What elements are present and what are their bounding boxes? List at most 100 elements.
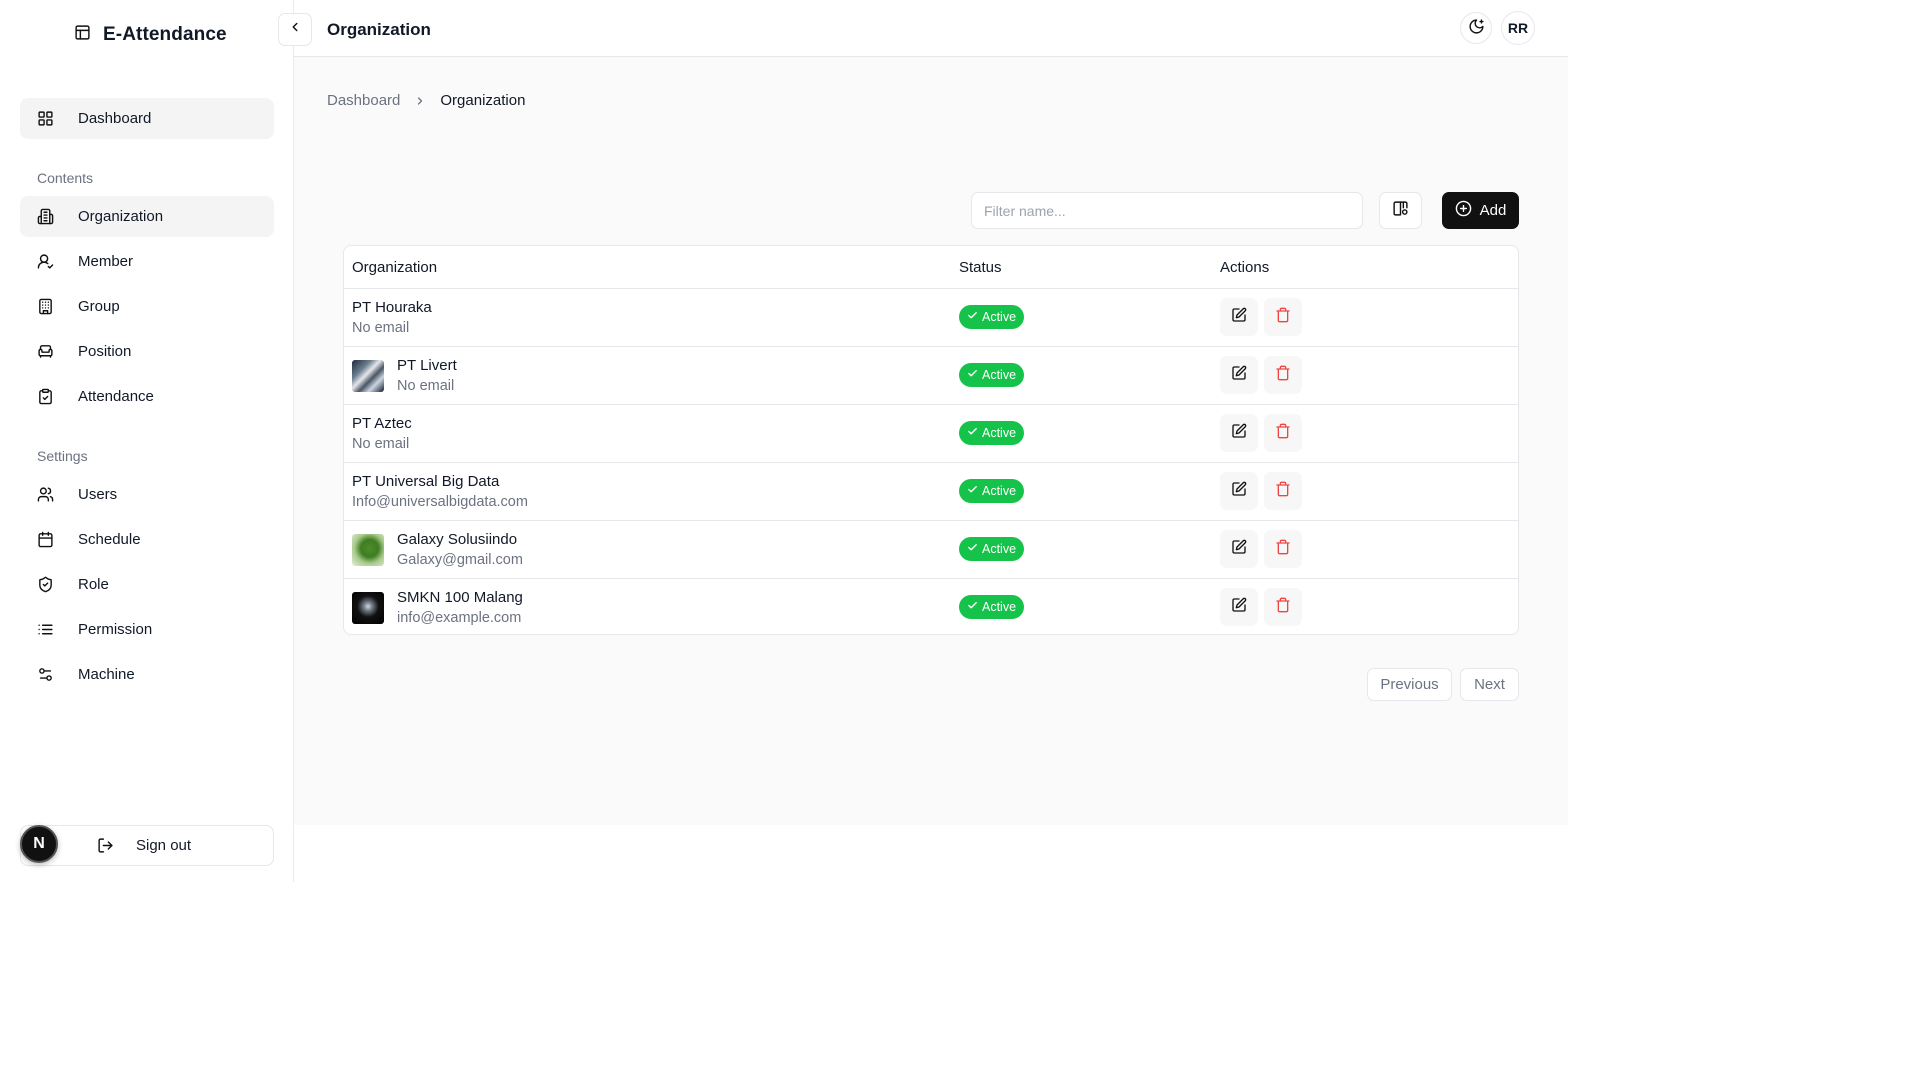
edit-icon xyxy=(1231,597,1247,618)
status-label: Active xyxy=(982,600,1017,614)
organization-email: Info@universalbigdata.com xyxy=(352,493,528,510)
organization-table: Organization Status Actions PT Houraka N… xyxy=(343,245,1519,635)
column-header-status: Status xyxy=(959,259,1002,276)
logout-icon xyxy=(97,837,114,854)
sidebar-item-label: Dashboard xyxy=(78,110,152,127)
table-row: SMKN 100 Malang info@example.com Active xyxy=(344,579,1518,634)
check-icon xyxy=(967,542,978,556)
check-icon xyxy=(967,368,978,382)
edit-icon xyxy=(1231,539,1247,560)
add-button-label: Add xyxy=(1479,202,1507,219)
list-icon xyxy=(36,621,54,639)
sidebar-item-group[interactable]: Group xyxy=(20,286,274,327)
armchair-icon xyxy=(36,343,54,361)
chevron-left-icon xyxy=(288,20,302,39)
status-badge: Active xyxy=(959,363,1025,387)
sidebar-item-dashboard[interactable]: Dashboard xyxy=(20,98,274,139)
column-header-actions: Actions xyxy=(1220,259,1270,276)
status-label: Active xyxy=(982,310,1017,324)
organization-logo xyxy=(352,359,384,392)
edit-icon xyxy=(1231,307,1247,328)
organization-name: PT Livert xyxy=(397,356,457,374)
sidebar-item-machine[interactable]: Machine xyxy=(20,654,274,695)
breadcrumb-current: Organization xyxy=(440,92,526,109)
sidebar-item-label: Schedule xyxy=(78,531,141,548)
sidebar-item-member[interactable]: Member xyxy=(20,241,274,282)
building-icon xyxy=(36,208,54,226)
table-row: PT Houraka No email Active xyxy=(344,289,1518,347)
edit-icon xyxy=(1231,365,1247,386)
trash-icon xyxy=(1275,481,1291,502)
organization-cell: PT Universal Big Data Info@universalbigd… xyxy=(352,463,528,520)
page-title: Organization xyxy=(327,20,431,39)
previous-page-button[interactable]: Previous xyxy=(1367,668,1452,701)
collapse-sidebar-button[interactable] xyxy=(278,13,312,46)
user-avatar[interactable]: RR xyxy=(1501,11,1535,45)
sidebar-item-role[interactable]: Role xyxy=(20,564,274,605)
breadcrumb: Dashboard Organization xyxy=(327,92,525,109)
trash-icon xyxy=(1275,365,1291,386)
edit-button[interactable] xyxy=(1220,588,1258,626)
columns-settings-icon xyxy=(1392,200,1409,222)
theme-toggle-button[interactable] xyxy=(1460,12,1492,44)
sidebar-item-schedule[interactable]: Schedule xyxy=(20,519,274,560)
column-view-button[interactable] xyxy=(1379,192,1422,229)
table-header: Organization Status Actions xyxy=(344,246,1518,289)
status-badge: Active xyxy=(959,595,1025,619)
organization-cell: PT Livert No email xyxy=(352,347,457,404)
edit-button[interactable] xyxy=(1220,298,1258,336)
edit-button[interactable] xyxy=(1220,414,1258,452)
shield-check-icon xyxy=(36,576,54,594)
organization-email: Galaxy@gmail.com xyxy=(397,551,523,568)
layout-icon xyxy=(74,24,91,46)
n-badge[interactable]: N xyxy=(20,825,58,863)
trash-icon xyxy=(1275,423,1291,444)
brand: E-Attendance xyxy=(74,24,227,46)
chevron-right-icon xyxy=(414,95,426,107)
organization-cell: PT Houraka No email xyxy=(352,289,432,346)
main-content: Dashboard Organization Add Organization … xyxy=(294,57,1568,825)
delete-button[interactable] xyxy=(1264,472,1302,510)
delete-button[interactable] xyxy=(1264,588,1302,626)
sidebar-item-position[interactable]: Position xyxy=(20,331,274,372)
sidebar-item-permission[interactable]: Permission xyxy=(20,609,274,650)
organization-name: Galaxy Solusiindo xyxy=(397,530,518,548)
organization-cell: Galaxy Solusiindo Galaxy@gmail.com xyxy=(352,521,523,578)
add-button[interactable]: Add xyxy=(1442,192,1519,229)
delete-button[interactable] xyxy=(1264,298,1302,336)
edit-button[interactable] xyxy=(1220,472,1258,510)
section-label-contents: Contents xyxy=(37,170,94,186)
breadcrumb-link-dashboard[interactable]: Dashboard xyxy=(327,92,400,109)
filter-name-input[interactable] xyxy=(971,192,1363,229)
table-row: PT Livert No email Active xyxy=(344,347,1518,405)
organization-cell: SMKN 100 Malang info@example.com xyxy=(352,579,523,634)
sidebar-item-label: Group xyxy=(78,298,120,315)
sidebar-item-label: Role xyxy=(78,576,109,593)
signout-button[interactable]: Sign out xyxy=(20,825,274,866)
delete-button[interactable] xyxy=(1264,356,1302,394)
status-badge: Active xyxy=(959,537,1025,561)
sidebar-item-label: Attendance xyxy=(78,388,154,405)
edit-icon xyxy=(1231,481,1247,502)
organization-logo xyxy=(352,591,384,624)
organization-email: info@example.com xyxy=(397,609,522,626)
table-row: Galaxy Solusiindo Galaxy@gmail.com Activ… xyxy=(344,521,1518,579)
delete-button[interactable] xyxy=(1264,414,1302,452)
users-icon xyxy=(36,486,54,504)
check-icon xyxy=(967,600,978,614)
edit-button[interactable] xyxy=(1220,530,1258,568)
check-icon xyxy=(967,484,978,498)
next-page-button[interactable]: Next xyxy=(1460,668,1519,701)
plus-circle-icon xyxy=(1455,200,1472,221)
sidebar-item-label: Member xyxy=(78,253,134,270)
signout-label: Sign out xyxy=(136,837,192,854)
sidebar-item-users[interactable]: Users xyxy=(20,474,274,515)
sidebar-item-attendance[interactable]: Attendance xyxy=(20,376,274,417)
table-row: PT Universal Big Data Info@universalbigd… xyxy=(344,463,1518,521)
delete-button[interactable] xyxy=(1264,530,1302,568)
organization-logo xyxy=(352,533,384,566)
edit-icon xyxy=(1231,423,1247,444)
sidebar-item-label: Permission xyxy=(78,621,153,638)
edit-button[interactable] xyxy=(1220,356,1258,394)
sidebar-item-organization[interactable]: Organization xyxy=(20,196,274,237)
